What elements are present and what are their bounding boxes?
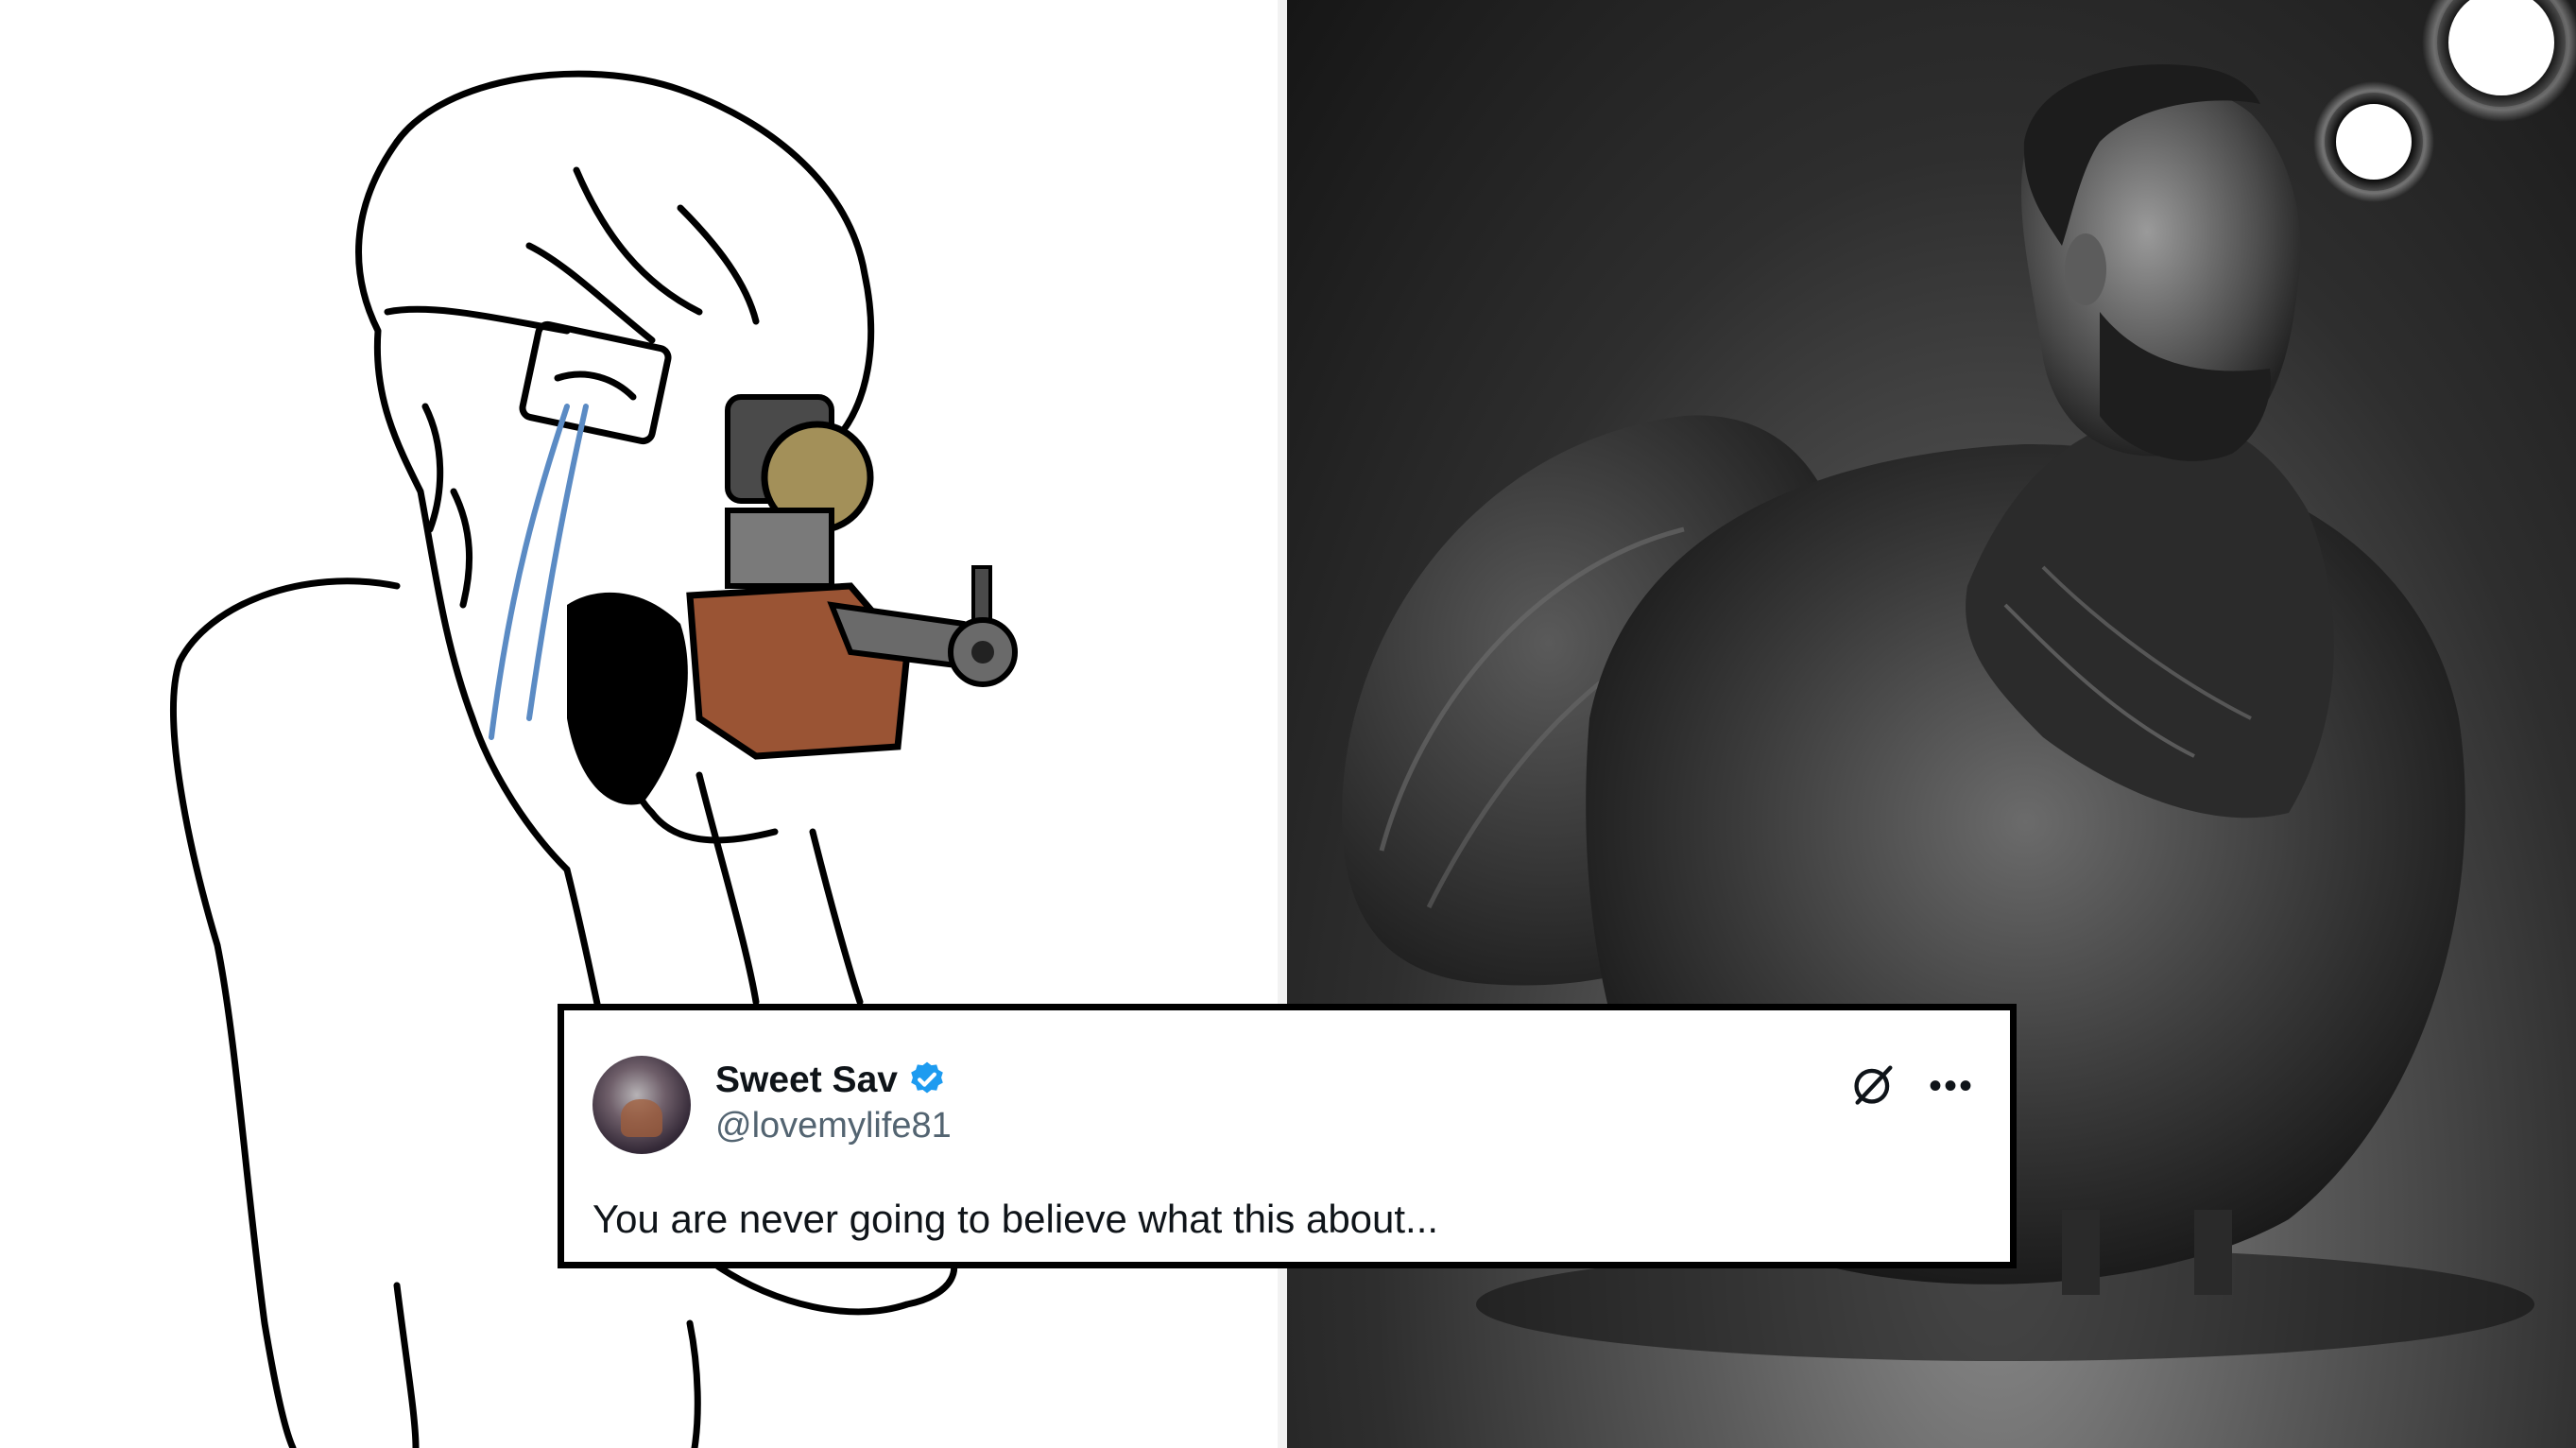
author-row: Sweet Sav: [715, 1060, 947, 1099]
more-icon[interactable]: •••: [1929, 1067, 1974, 1105]
mouth-shape: [567, 592, 688, 805]
tweet-card[interactable]: Sweet Sav @lovemylife81 ••• You are neve…: [558, 1004, 2017, 1268]
rifle-shape: [686, 394, 1018, 760]
verified-badge-icon: [911, 1061, 943, 1094]
handle[interactable]: @lovemylife81: [715, 1108, 952, 1144]
tweet-text: You are never going to believe what this…: [592, 1197, 1439, 1241]
display-name[interactable]: Sweet Sav: [715, 1061, 898, 1098]
grok-icon[interactable]: [1849, 1060, 1898, 1109]
avatar[interactable]: [592, 1056, 691, 1154]
